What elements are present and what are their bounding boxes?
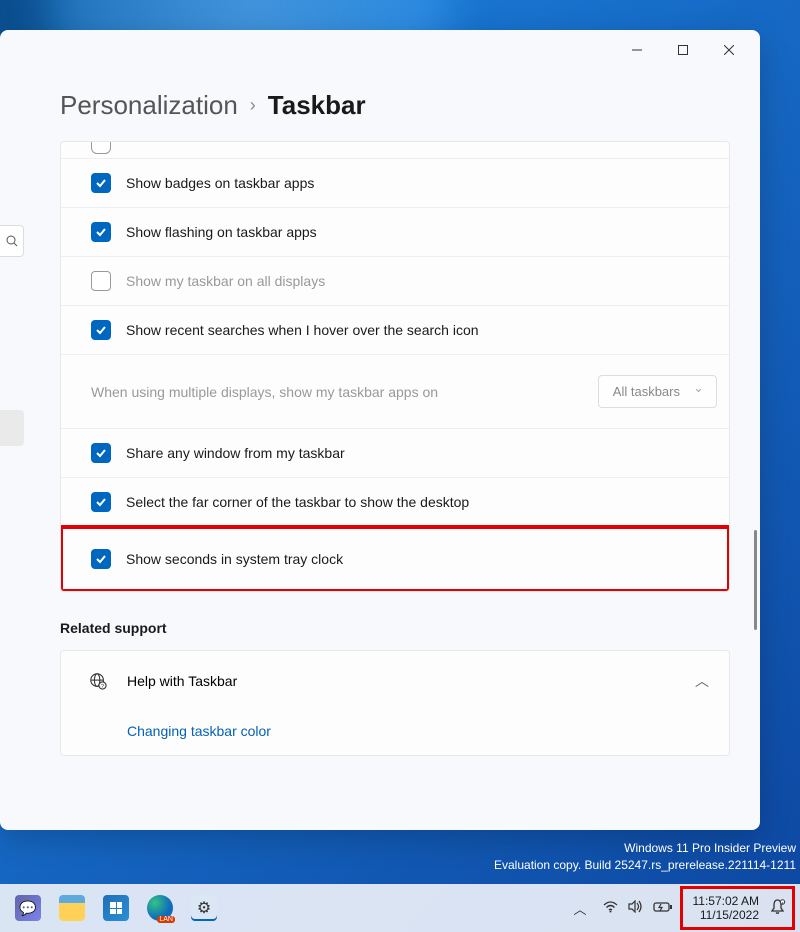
- tray-quick-settings[interactable]: [597, 900, 679, 916]
- setting-show-seconds: Show seconds in system tray clock: [61, 527, 729, 591]
- desktop-watermark: Windows 11 Pro Insider Preview Evaluatio…: [494, 840, 796, 874]
- setting-all-displays: Show my taskbar on all displays: [61, 257, 729, 306]
- label-far-corner: Select the far corner of the taskbar to …: [126, 494, 469, 510]
- help-label: Help with Taskbar: [127, 673, 237, 689]
- help-card: ? Help with Taskbar ︿ Changing taskbar c…: [60, 650, 730, 756]
- globe-help-icon: ?: [89, 672, 107, 690]
- label-multi-display: When using multiple displays, show my ta…: [91, 384, 438, 400]
- sidebar-nav-fragment[interactable]: [0, 410, 24, 446]
- breadcrumb-parent[interactable]: Personalization: [60, 90, 238, 121]
- svg-text:?: ?: [101, 684, 104, 690]
- taskbar: 💬 LAN ⚙ ︿ 11:57:02 AM 11/15/2022: [0, 884, 800, 932]
- checkbox-all-displays[interactable]: [91, 271, 111, 291]
- taskbar-settings[interactable]: ⚙: [184, 888, 224, 928]
- svg-text:z: z: [782, 900, 784, 905]
- close-button[interactable]: [706, 34, 752, 66]
- titlebar: [0, 30, 760, 70]
- tray-overflow[interactable]: ︿: [567, 899, 592, 918]
- taskbar-pinned-apps: 💬 LAN ⚙: [8, 888, 224, 928]
- scrollbar[interactable]: [754, 530, 757, 630]
- checkbox-badges[interactable]: [91, 173, 111, 193]
- taskbar-chat[interactable]: 💬: [8, 888, 48, 928]
- checkbox-far-corner[interactable]: [91, 492, 111, 512]
- taskbar-store[interactable]: [96, 888, 136, 928]
- related-support-heading: Related support: [60, 620, 730, 636]
- chevron-right-icon: ›: [250, 95, 256, 116]
- system-tray: ︿ 11:57:02 AM 11/15/2022 z: [567, 889, 792, 928]
- dropdown-value: All taskbars: [613, 384, 680, 399]
- setting-recent-searches: Show recent searches when I hover over t…: [61, 306, 729, 355]
- taskbar-edge[interactable]: LAN: [140, 888, 180, 928]
- label-share-window: Share any window from my taskbar: [126, 445, 345, 461]
- setting-show-flashing: Show flashing on taskbar apps: [61, 208, 729, 257]
- label-recent-searches: Show recent searches when I hover over t…: [126, 322, 479, 338]
- edge-icon: LAN: [147, 895, 173, 921]
- maximize-button[interactable]: [660, 34, 706, 66]
- gear-icon: ⚙: [191, 895, 217, 921]
- setting-share-window: Share any window from my taskbar: [61, 429, 729, 478]
- battery-icon: [653, 901, 673, 916]
- checkbox-recent-searches[interactable]: [91, 320, 111, 340]
- chevron-up-icon: ︿: [695, 671, 709, 691]
- minimize-button[interactable]: [614, 34, 660, 66]
- help-link-taskbar-color[interactable]: Changing taskbar color: [61, 711, 729, 755]
- taskbar-behaviors-card: Show badges on taskbar apps Show flashin…: [60, 141, 730, 592]
- checkbox-flashing[interactable]: [91, 222, 111, 242]
- settings-content: Show badges on taskbar apps Show flashin…: [0, 141, 760, 756]
- setting-far-corner: Select the far corner of the taskbar to …: [61, 478, 729, 527]
- watermark-line1: Windows 11 Pro Insider Preview: [494, 840, 796, 857]
- checkbox-share-window[interactable]: [91, 443, 111, 463]
- checkbox-partial[interactable]: [91, 141, 111, 154]
- setting-show-badges: Show badges on taskbar apps: [61, 159, 729, 208]
- volume-icon: [628, 900, 643, 916]
- breadcrumb: Personalization › Taskbar: [0, 70, 760, 141]
- chevron-up-icon: ︿: [573, 899, 586, 918]
- chat-icon: 💬: [15, 895, 41, 921]
- label-show-seconds: Show seconds in system tray clock: [126, 551, 343, 567]
- tray-clock-highlight: 11:57:02 AM 11/15/2022 z: [683, 889, 793, 928]
- wifi-icon: [603, 901, 618, 916]
- label-all-displays: Show my taskbar on all displays: [126, 273, 325, 289]
- setting-multi-display: When using multiple displays, show my ta…: [61, 355, 729, 429]
- settings-window: Personalization › Taskbar Show badges on…: [0, 30, 760, 830]
- checkbox-show-seconds[interactable]: [91, 549, 111, 569]
- search-icon: [6, 235, 18, 247]
- label-badges: Show badges on taskbar apps: [126, 175, 314, 191]
- dropdown-multi-display[interactable]: All taskbars: [598, 375, 717, 408]
- folder-icon: [59, 895, 85, 921]
- watermark-line2: Evaluation copy. Build 25247.rs_prerelea…: [494, 857, 796, 874]
- notifications-icon[interactable]: z: [769, 898, 786, 919]
- breadcrumb-current: Taskbar: [268, 90, 366, 121]
- tray-time: 11:57:02 AM: [693, 894, 760, 908]
- store-icon: [103, 895, 129, 921]
- search-button[interactable]: [0, 225, 24, 257]
- taskbar-explorer[interactable]: [52, 888, 92, 928]
- label-flashing: Show flashing on taskbar apps: [126, 224, 317, 240]
- help-with-taskbar[interactable]: ? Help with Taskbar ︿: [61, 651, 729, 711]
- tray-date: 11/15/2022: [693, 908, 760, 922]
- tray-clock[interactable]: 11:57:02 AM 11/15/2022: [689, 892, 764, 925]
